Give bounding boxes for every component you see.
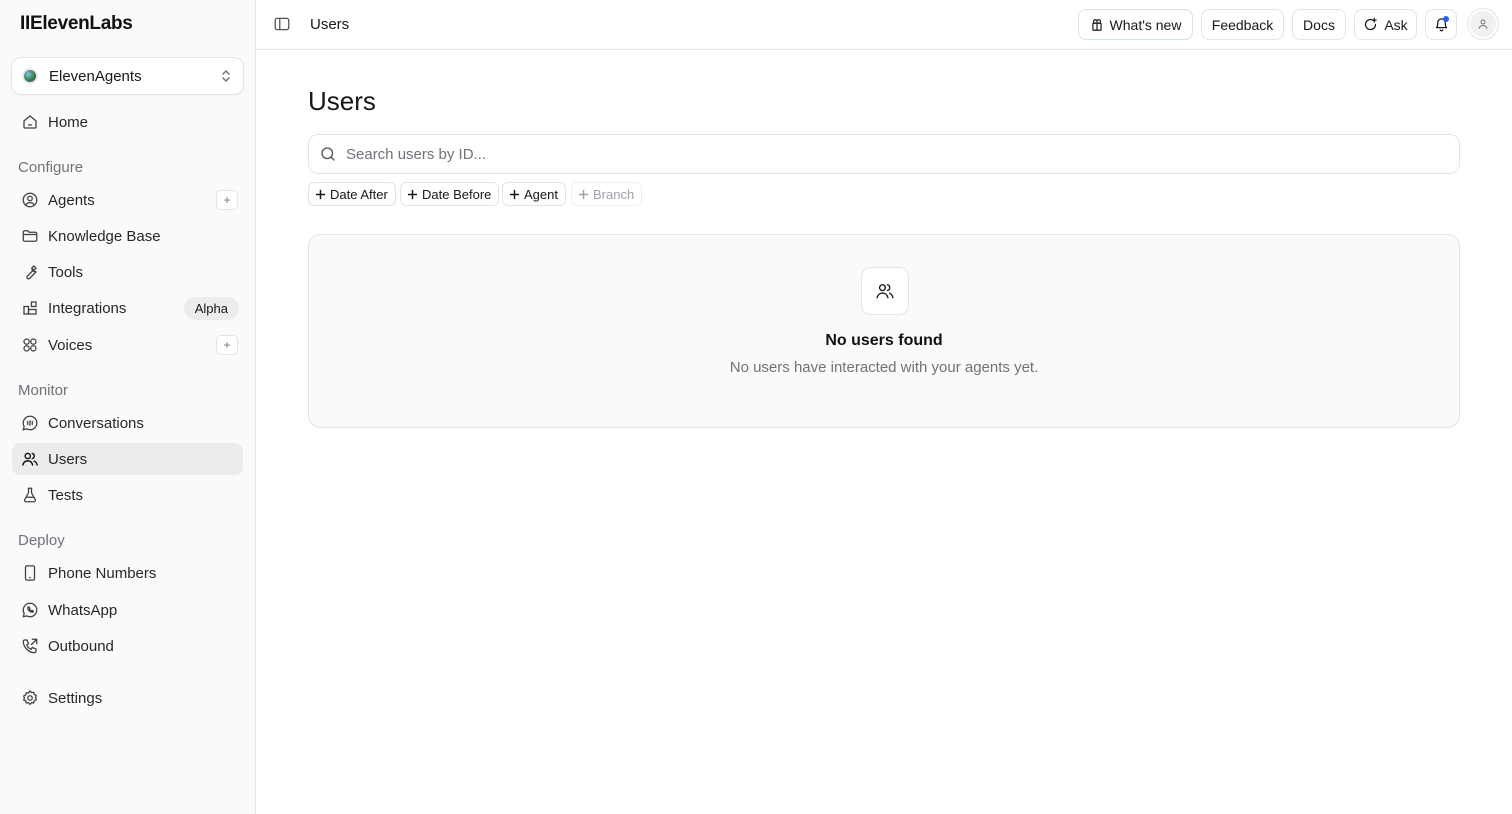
search-icon: [319, 145, 337, 163]
sidebar-item-integrations[interactable]: Integrations Alpha: [12, 292, 243, 324]
sidebar-item-label: Voices: [48, 336, 93, 354]
plus-icon: [315, 189, 326, 200]
sidebar: IIElevenLabs ElevenAgents Home Configure…: [0, 0, 256, 814]
section-deploy: Deploy: [18, 532, 65, 549]
search-input[interactable]: [346, 145, 1459, 163]
filter-label: Agent: [524, 186, 558, 202]
avatar: [1470, 11, 1496, 37]
empty-state-subtitle: No users have interacted with your agent…: [729, 359, 1039, 376]
sidebar-item-home[interactable]: Home: [12, 106, 243, 138]
sidebar-item-label: Settings: [48, 689, 103, 707]
sidebar-item-voices[interactable]: Voices +: [12, 329, 243, 361]
sidebar-item-knowledge-base[interactable]: Knowledge Base: [12, 220, 243, 252]
ask-button[interactable]: Ask: [1354, 9, 1417, 40]
notifications-button[interactable]: [1425, 9, 1457, 40]
empty-state-title: No users found: [825, 332, 943, 349]
sidebar-item-whatsapp[interactable]: WhatsApp: [12, 594, 243, 626]
chevron-up-down-icon: [219, 68, 233, 84]
page-title: Users: [308, 86, 376, 116]
wrench-icon: [21, 263, 39, 281]
filter-date-before-button[interactable]: Date Before: [400, 182, 500, 206]
workspace-orb-icon: [22, 68, 38, 84]
section-monitor: Monitor: [18, 382, 69, 399]
filter-label: Date Before: [422, 186, 492, 202]
whatsapp-icon: [21, 601, 39, 619]
voices-grid-icon: [21, 336, 39, 354]
gift-icon: [1090, 18, 1104, 32]
alpha-badge: Alpha: [183, 296, 239, 320]
workspace-name: ElevenAgents: [49, 67, 142, 85]
sidebar-item-label: Integrations: [48, 299, 127, 317]
gear-icon: [21, 689, 39, 707]
empty-state: No users found No users have interacted …: [308, 234, 1460, 428]
phone-device-icon: [21, 564, 39, 582]
sidebar-item-label: Home: [48, 113, 89, 131]
sidebar-item-settings[interactable]: Settings: [12, 682, 243, 714]
sidebar-item-label: Outbound: [48, 637, 114, 655]
phone-outgoing-icon: [21, 637, 39, 655]
whats-new-label: What's new: [1109, 16, 1182, 33]
sidebar-item-label: Conversations: [48, 414, 144, 432]
plus-icon: [509, 189, 520, 200]
sidebar-item-label: Tools: [48, 263, 84, 281]
notification-dot: [1443, 16, 1449, 22]
plus-icon: [407, 189, 418, 200]
sidebar-item-tools[interactable]: Tools: [12, 256, 243, 288]
flask-icon: [21, 486, 39, 504]
plus-icon: [578, 189, 589, 200]
elevenlabs-logo[interactable]: IIElevenLabs: [20, 13, 133, 35]
folder-icon: [21, 227, 39, 245]
sidebar-item-agents[interactable]: Agents +: [12, 184, 243, 216]
filter-branch-button[interactable]: Branch: [571, 182, 643, 206]
whats-new-button[interactable]: What's new: [1078, 9, 1193, 40]
add-agent-button[interactable]: +: [216, 190, 238, 210]
integrations-icon: [21, 299, 39, 317]
filter-date-after-button[interactable]: Date After: [308, 182, 396, 206]
sidebar-item-users[interactable]: Users: [12, 443, 243, 475]
toggle-sidebar-icon[interactable]: [273, 15, 291, 33]
chat-bubble-icon: [21, 414, 39, 432]
users-icon: [21, 450, 39, 468]
top-header: Users What's new Feedback Docs Ask: [256, 0, 1512, 50]
ask-label: Ask: [1384, 16, 1408, 33]
home-icon: [21, 113, 39, 131]
sidebar-item-label: Phone Numbers: [48, 564, 157, 582]
docs-button[interactable]: Docs: [1292, 9, 1346, 40]
sidebar-item-label: Users: [48, 450, 88, 468]
sidebar-item-outbound[interactable]: Outbound: [12, 630, 243, 662]
feedback-button[interactable]: Feedback: [1201, 9, 1284, 40]
section-configure: Configure: [18, 159, 84, 176]
search-bar: [308, 134, 1460, 174]
sidebar-item-label: Agents: [48, 191, 95, 209]
filter-agent-button[interactable]: Agent: [502, 182, 566, 206]
add-voice-button[interactable]: +: [216, 335, 238, 355]
sidebar-item-phone-numbers[interactable]: Phone Numbers: [12, 557, 243, 589]
ask-ai-icon: [1363, 17, 1378, 32]
sidebar-item-tests[interactable]: Tests: [12, 479, 243, 511]
sidebar-item-label: Knowledge Base: [48, 227, 161, 245]
users-icon: [861, 267, 909, 315]
user-avatar-button[interactable]: [1467, 8, 1499, 40]
breadcrumb: Users: [310, 16, 350, 33]
filter-label: Branch: [593, 186, 635, 202]
agent-icon: [21, 191, 39, 209]
sidebar-item-label: WhatsApp: [48, 601, 118, 619]
sidebar-item-label: Tests: [48, 486, 84, 504]
workspace-switcher[interactable]: ElevenAgents: [11, 57, 244, 95]
filter-label: Date After: [330, 186, 388, 202]
sidebar-item-conversations[interactable]: Conversations: [12, 407, 243, 439]
